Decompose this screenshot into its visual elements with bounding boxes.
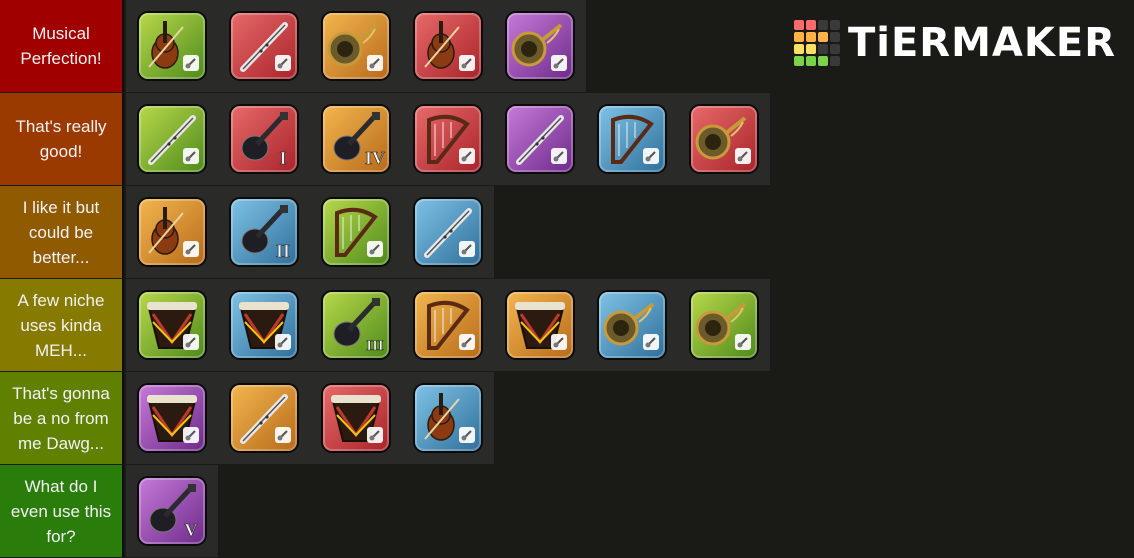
tier-item[interactable]	[126, 372, 218, 464]
horn-icon	[323, 13, 389, 79]
tier-row: What do I even use this for? V	[0, 465, 1134, 557]
tier-item[interactable]: II	[218, 186, 310, 278]
harp-icon	[599, 106, 665, 172]
horn-icon	[691, 292, 757, 358]
guitar-icon: IV	[323, 106, 389, 172]
tier-row: That's really good! I IV	[0, 93, 1134, 185]
harp-icon	[415, 292, 481, 358]
logo-grid-cell	[793, 32, 804, 42]
guitar-icon: I	[231, 106, 297, 172]
tier-items	[124, 372, 1134, 464]
tier-list-board: Musical Perfection! That's really good! …	[0, 0, 1134, 558]
tier-items: I IV	[124, 93, 1134, 185]
guitar-icon: V	[139, 478, 205, 544]
logo-grid-cell	[829, 56, 840, 66]
tier-item[interactable]	[494, 0, 586, 92]
flute-icon	[139, 106, 205, 172]
harp-icon	[323, 199, 389, 265]
tier-item[interactable]	[402, 186, 494, 278]
tier-item[interactable]	[586, 279, 678, 371]
tier-item[interactable]: IV	[310, 93, 402, 185]
violin-icon	[139, 199, 205, 265]
violin-icon	[139, 13, 205, 79]
logo-grid-cell	[793, 20, 804, 30]
svg-text:I: I	[279, 148, 286, 168]
tier-item[interactable]: I	[218, 93, 310, 185]
tier-item[interactable]	[310, 186, 402, 278]
svg-text:IV: IV	[365, 148, 385, 168]
tier-label[interactable]: That's gonna be a no from me Dawg...	[0, 372, 124, 464]
horn-icon	[691, 106, 757, 172]
svg-text:II: II	[276, 241, 290, 261]
logo-grid-cell	[817, 32, 828, 42]
tier-items: II	[124, 186, 1134, 278]
drum-icon	[139, 385, 205, 451]
flute-icon	[415, 199, 481, 265]
tier-item[interactable]: V	[126, 465, 218, 557]
horn-icon	[507, 13, 573, 79]
horn-icon	[599, 292, 665, 358]
tier-item[interactable]	[126, 186, 218, 278]
tier-item[interactable]	[402, 279, 494, 371]
tier-item[interactable]	[126, 0, 218, 92]
tier-item[interactable]	[494, 93, 586, 185]
tier-item[interactable]	[218, 0, 310, 92]
tier-row: I like it but could be better... II	[0, 186, 1134, 278]
drum-icon	[507, 292, 573, 358]
tier-item[interactable]	[402, 93, 494, 185]
logo-grid-cell	[829, 20, 840, 30]
guitar-icon: II	[231, 199, 297, 265]
violin-icon	[415, 13, 481, 79]
tier-item[interactable]	[126, 279, 218, 371]
logo-text: TiERMAKER	[847, 20, 1116, 66]
tier-item[interactable]	[310, 0, 402, 92]
tier-label[interactable]: That's really good!	[0, 93, 124, 185]
tier-label[interactable]: What do I even use this for?	[0, 465, 124, 557]
logo-grid-cell	[817, 44, 828, 54]
harp-icon	[415, 106, 481, 172]
tier-item[interactable]	[126, 93, 218, 185]
logo-grid-cell	[817, 56, 828, 66]
logo-grid-cell	[829, 32, 840, 42]
drum-icon	[139, 292, 205, 358]
tier-items: V	[124, 465, 1134, 557]
tier-item[interactable]	[402, 372, 494, 464]
tier-item[interactable]	[678, 93, 770, 185]
drum-icon	[323, 385, 389, 451]
logo-grid-icon	[793, 20, 840, 66]
logo-grid-cell	[805, 44, 816, 54]
tier-label[interactable]: I like it but could be better...	[0, 186, 124, 278]
svg-text:III: III	[366, 338, 384, 354]
tier-item[interactable]	[402, 0, 494, 92]
tier-label[interactable]: A few niche uses kinda MEH...	[0, 279, 124, 371]
logo-grid-cell	[829, 44, 840, 54]
tier-item[interactable]	[678, 279, 770, 371]
logo-grid-cell	[817, 20, 828, 30]
logo-grid-cell	[793, 56, 804, 66]
violin-icon	[415, 385, 481, 451]
tiermaker-logo[interactable]: TiERMAKER	[793, 20, 1116, 66]
svg-text:V: V	[185, 520, 198, 540]
tier-row: That's gonna be a no from me Dawg...	[0, 372, 1134, 464]
logo-grid-cell	[805, 32, 816, 42]
tier-item[interactable]	[310, 372, 402, 464]
tier-row: A few niche uses kinda MEH... III	[0, 279, 1134, 371]
tier-items: III	[124, 279, 1134, 371]
flute-icon	[231, 13, 297, 79]
flute-icon	[507, 106, 573, 172]
flute-icon	[231, 385, 297, 451]
tier-item[interactable]	[218, 279, 310, 371]
logo-grid-cell	[793, 44, 804, 54]
tier-item[interactable]	[218, 372, 310, 464]
guitar-icon: III	[323, 292, 389, 358]
tier-item[interactable]	[494, 279, 586, 371]
drum-icon	[231, 292, 297, 358]
logo-grid-cell	[805, 56, 816, 66]
logo-grid-cell	[805, 20, 816, 30]
tier-item[interactable]: III	[310, 279, 402, 371]
tier-label[interactable]: Musical Perfection!	[0, 0, 124, 92]
tier-item[interactable]	[586, 93, 678, 185]
